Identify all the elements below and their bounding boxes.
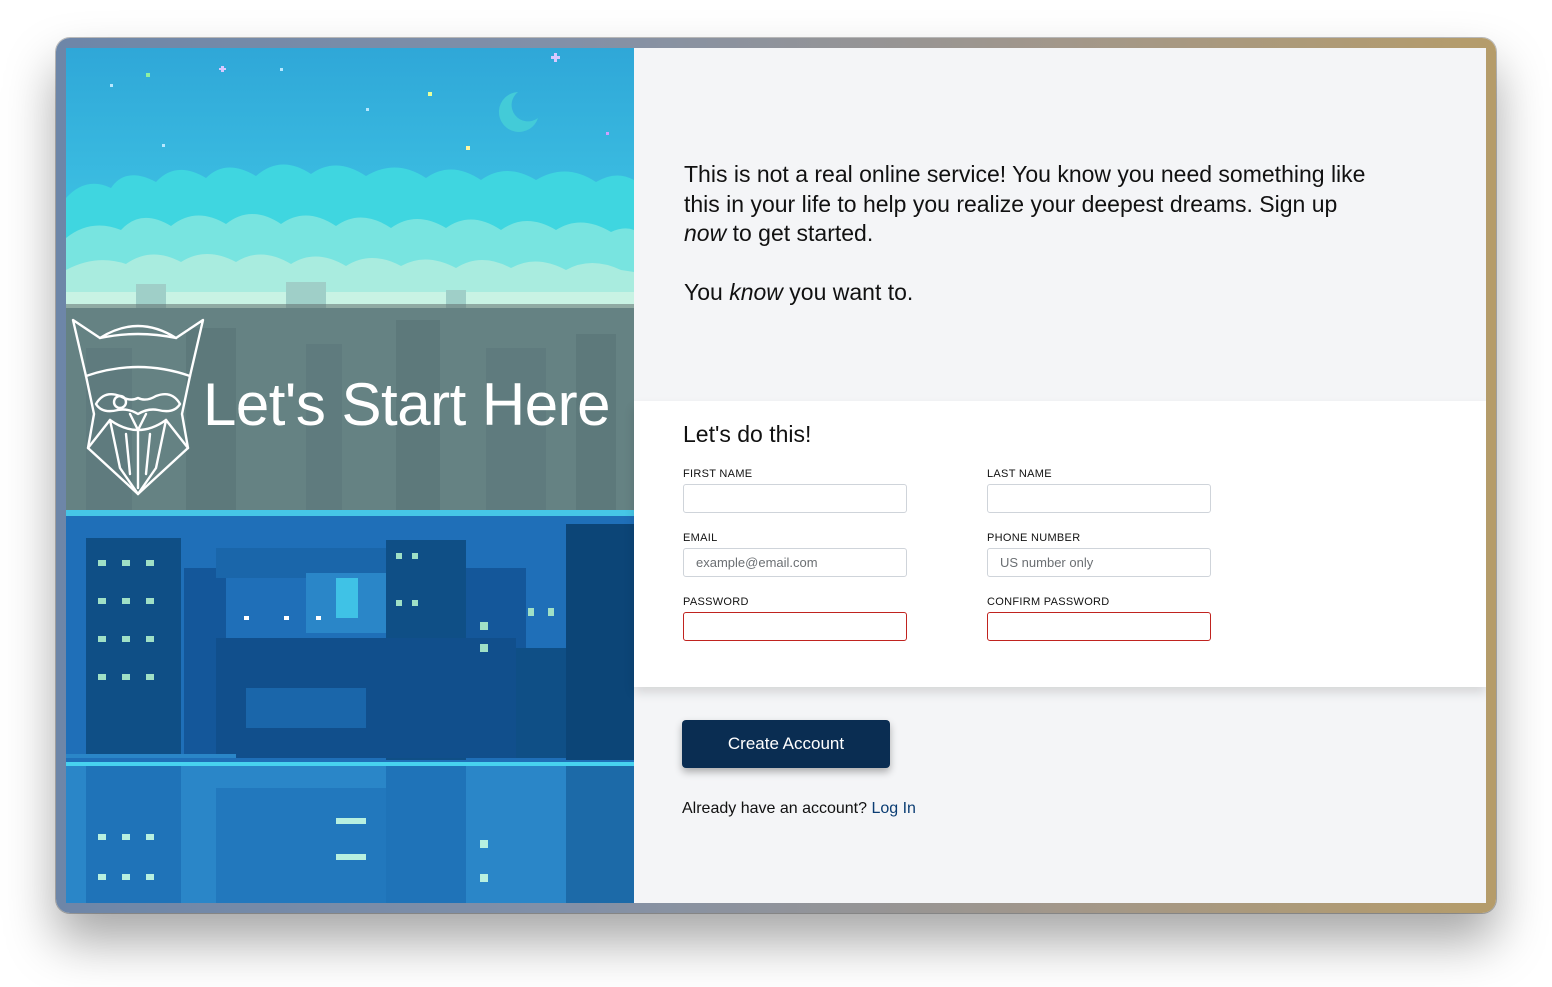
intro-text-1: This is not a real online service! You k… xyxy=(684,161,1366,217)
password-label: PASSWORD xyxy=(683,596,749,608)
intro-paragraph-2: You know you want to. xyxy=(684,278,1384,308)
intro-text-3: You xyxy=(684,279,730,305)
first-name-group: FIRST NAME xyxy=(683,467,907,513)
confirm-password-label: CONFIRM PASSWORD xyxy=(987,596,1110,608)
email-label: EMAIL xyxy=(683,532,718,544)
first-name-label: FIRST NAME xyxy=(683,468,753,480)
intro-paragraph-1: This is not a real online service! You k… xyxy=(684,160,1384,249)
login-prompt-text: Already have an account? xyxy=(682,800,868,817)
phone-label: PHONE NUMBER xyxy=(987,532,1081,544)
confirm-password-input[interactable] xyxy=(987,612,1211,641)
password-input[interactable] xyxy=(683,612,907,641)
last-name-label: LAST NAME xyxy=(987,468,1052,480)
hero-panel: Let's Start Here xyxy=(66,48,634,903)
last-name-group: LAST NAME xyxy=(987,467,1211,513)
viking-helmet-beard-icon xyxy=(71,318,205,496)
intro-text: This is not a real online service! You k… xyxy=(684,160,1384,308)
email-group: EMAIL xyxy=(683,531,907,577)
confirm-password-group: CONFIRM PASSWORD xyxy=(987,595,1211,641)
login-prompt: Already have an account? Log In xyxy=(682,800,916,818)
form-heading: Let's do this! xyxy=(683,421,812,447)
intro-text-2: to get started. xyxy=(726,220,874,246)
intro-emphasis-now: now xyxy=(684,220,727,246)
intro-emphasis-know: know xyxy=(729,279,783,305)
first-name-input[interactable] xyxy=(683,484,907,513)
intro-text-4: you want to. xyxy=(782,279,914,305)
login-link[interactable]: Log In xyxy=(871,800,915,817)
last-name-input[interactable] xyxy=(987,484,1211,513)
create-account-button[interactable]: Create Account xyxy=(682,720,890,768)
hero-title: Let's Start Here xyxy=(203,371,610,438)
desktop: Let's Start Here This is not a real onli… xyxy=(0,0,1552,987)
phone-group: PHONE NUMBER xyxy=(987,531,1211,577)
email-input[interactable] xyxy=(683,548,907,577)
phone-input[interactable] xyxy=(987,548,1211,577)
password-group: PASSWORD xyxy=(683,595,907,641)
signup-form: Let's do this! FIRST NAME LAST NAME EMAI… xyxy=(634,401,1486,687)
signup-app: Let's Start Here This is not a real onli… xyxy=(66,48,1486,903)
